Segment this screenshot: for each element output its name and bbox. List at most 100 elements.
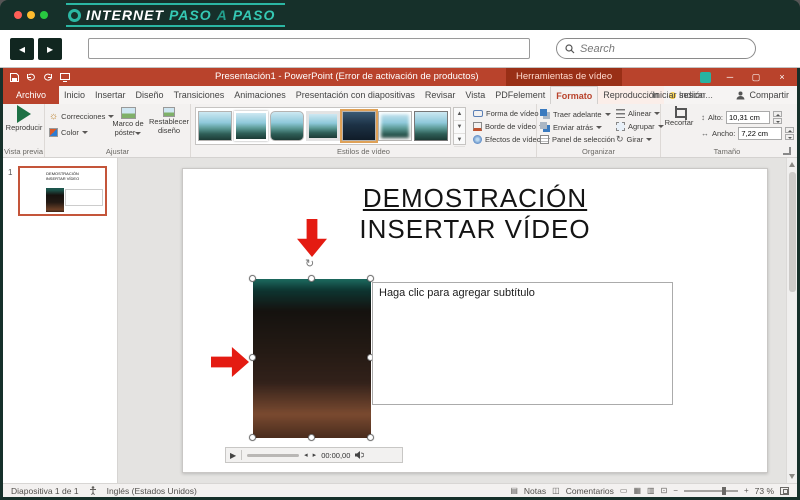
video-style-thumbnail[interactable] <box>414 111 448 141</box>
video-style-thumbnail[interactable] <box>306 111 340 141</box>
ppt-window-controls: ─ ▢ × <box>700 68 793 86</box>
teal-app-icon[interactable] <box>700 71 711 83</box>
save-icon[interactable] <box>10 72 19 82</box>
width-input[interactable] <box>738 127 783 140</box>
video-style-thumbnail[interactable] <box>198 111 232 141</box>
selection-handle[interactable] <box>249 434 256 441</box>
tab-revisar[interactable]: Revisar <box>420 86 461 104</box>
video-progress-bar[interactable] <box>247 453 300 457</box>
tab-animaciones[interactable]: Animaciones <box>229 86 291 104</box>
poster-frame-button[interactable]: Marco de póster <box>108 107 148 137</box>
zoom-level-label[interactable]: 73 % <box>755 486 774 496</box>
address-bar[interactable] <box>88 38 530 59</box>
scrollbar-thumb[interactable] <box>789 172 796 292</box>
scroll-down-icon[interactable] <box>789 474 795 479</box>
rotate-handle-icon[interactable]: ↻ <box>305 257 314 270</box>
gallery-up-icon[interactable]: ▲ <box>454 108 465 121</box>
back-button[interactable]: ◂ <box>10 38 34 60</box>
tab-archivo[interactable]: Archivo <box>3 86 60 104</box>
video-style-thumbnail-selected[interactable] <box>340 109 378 143</box>
video-style-thumbnail[interactable] <box>378 111 412 141</box>
tab-insertar[interactable]: Insertar <box>90 86 131 104</box>
rotate-objects-button[interactable]: ↻ Girar <box>616 135 653 144</box>
height-input[interactable] <box>726 111 771 124</box>
title-textbox[interactable]: DEMOSTRACIÓN INSERTAR VÍDEO <box>183 183 767 245</box>
minimize-icon[interactable]: ─ <box>719 68 741 86</box>
zoom-in-icon[interactable]: + <box>744 486 749 495</box>
color-button[interactable]: Color <box>49 128 88 137</box>
close-icon[interactable]: × <box>771 68 793 86</box>
subtitle-placeholder-box[interactable]: Haga clic para agregar subtítulo <box>372 282 673 405</box>
gallery-down-icon[interactable]: ▼ <box>454 121 465 134</box>
video-object[interactable] <box>253 279 371 438</box>
video-style-thumbnail[interactable] <box>270 111 304 141</box>
play-preview-button[interactable]: Reproducir <box>4 105 44 133</box>
slide-thumbnail[interactable]: DEMOSTRACIÓN INSERTAR VÍDEO <box>18 166 107 216</box>
zoom-slider[interactable] <box>683 486 738 495</box>
height-spin-up[interactable] <box>773 111 783 117</box>
selection-handle[interactable] <box>367 275 374 282</box>
crop-button[interactable]: Recortar <box>661 106 697 128</box>
group-objects-button[interactable]: Agrupar <box>616 122 664 131</box>
video-border-button[interactable]: Borde de vídeo <box>473 122 545 131</box>
zoom-out-icon[interactable]: − <box>673 486 678 495</box>
search-input[interactable] <box>580 42 747 55</box>
redo-icon[interactable] <box>43 73 53 82</box>
video-style-thumbnail[interactable] <box>234 111 268 141</box>
tab-transiciones[interactable]: Transiciones <box>169 86 230 104</box>
window-close-button[interactable] <box>14 11 22 19</box>
gallery-more-icon[interactable]: ▼ <box>454 134 465 147</box>
share-button[interactable]: Compartir <box>736 86 789 104</box>
scroll-up-icon[interactable] <box>789 162 795 167</box>
slideshow-view-icon[interactable]: ⊡ <box>661 486 668 495</box>
selection-handle[interactable] <box>308 434 315 441</box>
undo-icon[interactable] <box>26 73 36 82</box>
step-forward-button[interactable]: ▸ <box>313 451 317 459</box>
volume-icon[interactable] <box>355 451 365 459</box>
send-backward-label: Enviar atrás <box>553 122 594 132</box>
send-backward-button[interactable]: Enviar atrás <box>540 122 603 132</box>
comments-button[interactable]: Comentarios <box>566 486 614 496</box>
start-slideshow-icon[interactable] <box>60 72 70 82</box>
tab-inicio[interactable]: Inicio <box>59 86 90 104</box>
maximize-icon[interactable]: ▢ <box>745 68 767 86</box>
poster-frame-icon <box>120 107 136 119</box>
window-minimize-button[interactable] <box>27 11 35 19</box>
bring-forward-button[interactable]: Traer adelante <box>540 109 611 119</box>
search-box[interactable] <box>556 38 756 59</box>
normal-view-icon[interactable]: ▭ <box>620 486 628 495</box>
height-spin-down[interactable] <box>773 118 783 124</box>
tab-pdfelement[interactable]: PDFelement <box>490 86 550 104</box>
width-spin-up[interactable] <box>785 127 795 133</box>
play-button[interactable]: ▶ <box>230 451 236 460</box>
selection-handle[interactable] <box>249 354 256 361</box>
reading-view-icon[interactable]: ▥ <box>647 486 655 495</box>
selection-handle[interactable] <box>249 275 256 282</box>
tab-vista[interactable]: Vista <box>460 86 490 104</box>
logo-word-paso2: PASO <box>232 7 276 23</box>
sign-in-button[interactable]: Iniciar sesión <box>652 86 705 104</box>
window-zoom-button[interactable] <box>40 11 48 19</box>
subtitle-placeholder-text: Haga clic para agregar subtítulo <box>379 287 535 299</box>
tab-formato[interactable]: Formato <box>550 86 599 104</box>
notes-button[interactable]: Notas <box>524 486 546 496</box>
reset-design-button[interactable]: Restablecer diseño <box>149 107 189 135</box>
forward-button[interactable]: ▸ <box>38 38 62 60</box>
selection-handle[interactable] <box>367 434 374 441</box>
selection-handle[interactable] <box>308 275 315 282</box>
slide-sorter-view-icon[interactable]: ▦ <box>633 486 641 495</box>
width-spin-down[interactable] <box>785 134 795 140</box>
tab-diseno[interactable]: Diseño <box>131 86 169 104</box>
vertical-scrollbar[interactable] <box>786 158 797 483</box>
selection-pane-button[interactable]: Panel de selección <box>540 135 615 144</box>
language-label[interactable]: Inglés (Estados Unidos) <box>107 486 197 496</box>
corrections-button[interactable]: ☼ Correcciones <box>49 112 115 122</box>
fit-to-window-icon[interactable] <box>780 486 789 495</box>
step-back-button[interactable]: ◂ <box>304 451 308 459</box>
zoom-slider-thumb[interactable] <box>721 486 726 495</box>
align-button[interactable]: Alinear <box>616 109 661 118</box>
width-icon: ↔ <box>701 129 709 138</box>
chevron-down-icon <box>604 112 611 116</box>
size-dialog-launcher-icon[interactable] <box>783 147 791 155</box>
tab-presentacion[interactable]: Presentación con diapositivas <box>291 86 420 104</box>
